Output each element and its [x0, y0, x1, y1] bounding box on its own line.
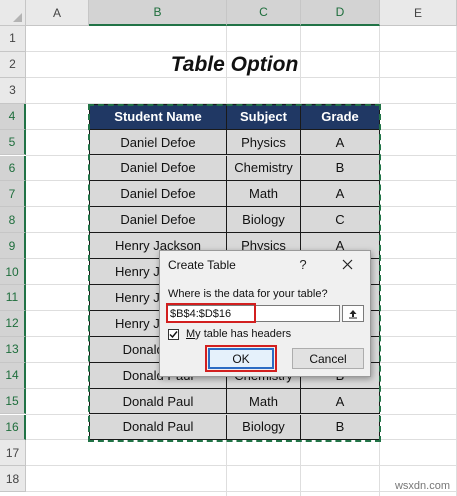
collapse-dialog-button[interactable]	[342, 305, 364, 322]
row-header-12[interactable]: 12	[0, 310, 26, 337]
close-button[interactable]	[338, 255, 356, 273]
close-icon	[342, 259, 352, 269]
table-cell[interactable]: Math	[227, 181, 301, 208]
table-cell[interactable]: Daniel Defoe	[89, 129, 227, 156]
headers-checkbox[interactable]	[168, 329, 179, 340]
select-all-corner[interactable]	[0, 0, 26, 26]
table-cell[interactable]: Biology	[227, 207, 301, 234]
table-cell[interactable]: A	[301, 388, 380, 415]
table-cell[interactable]: B	[301, 414, 380, 441]
row-header-7[interactable]: 7	[0, 181, 26, 208]
row-header-15[interactable]: 15	[0, 388, 26, 415]
headers-checkbox-label[interactable]: My table has headers	[186, 328, 291, 340]
column-header-a[interactable]: A	[26, 0, 89, 26]
row-gridline	[26, 491, 457, 493]
table-header-cell[interactable]: Grade	[301, 103, 380, 130]
table-cell[interactable]: C	[301, 207, 380, 234]
table-cell[interactable]: Donald Paul	[89, 388, 227, 415]
table-cell[interactable]: Donald Paul	[89, 414, 227, 441]
dialog-title: Create Table	[168, 258, 236, 272]
table-cell[interactable]: Chemistry	[227, 155, 301, 182]
column-header-d[interactable]: D	[301, 0, 380, 26]
row-header-4[interactable]: 4	[0, 103, 26, 130]
row-header-5[interactable]: 5	[0, 129, 26, 156]
column-header-b[interactable]: B	[89, 0, 227, 26]
watermark: wsxdn.com	[394, 480, 450, 492]
table-cell[interactable]: Daniel Defoe	[89, 181, 227, 208]
table-cell[interactable]: A	[301, 129, 380, 156]
range-input[interactable]	[167, 305, 340, 322]
range-prompt: Where is the data for your table?	[168, 288, 328, 300]
row-header-13[interactable]: 13	[0, 336, 26, 363]
sheet-title: Table Option	[170, 53, 299, 76]
checkbox-label-text: y table has headers	[195, 328, 292, 340]
table-cell[interactable]: A	[301, 181, 380, 208]
mnemonic-letter: M	[186, 328, 196, 340]
row-header-9[interactable]: 9	[0, 233, 26, 260]
checkmark-icon	[169, 331, 178, 339]
row-header-1[interactable]: 1	[0, 26, 26, 52]
ok-button[interactable]: OK	[208, 348, 274, 369]
create-table-dialog: Create Table ? Where is the data for you…	[159, 250, 371, 377]
table-cell[interactable]: B	[301, 155, 380, 182]
row-gridline	[26, 465, 457, 467]
row-header-16[interactable]: 16	[0, 414, 26, 441]
row-header-6[interactable]: 6	[0, 155, 26, 182]
column-header-c[interactable]: C	[227, 0, 301, 26]
cancel-button[interactable]: Cancel	[292, 348, 364, 369]
row-header-2[interactable]: 2	[0, 51, 26, 78]
table-header-cell[interactable]: Subject	[227, 103, 301, 130]
table-cell[interactable]: Daniel Defoe	[89, 155, 227, 182]
row-header-11[interactable]: 11	[0, 285, 26, 311]
table-cell[interactable]: Math	[227, 388, 301, 415]
row-header-10[interactable]: 10	[0, 259, 26, 285]
table-cell[interactable]: Biology	[227, 414, 301, 441]
row-header-18[interactable]: 18	[0, 466, 26, 493]
row-header-8[interactable]: 8	[0, 207, 26, 234]
row-header-3[interactable]: 3	[0, 77, 26, 104]
help-button[interactable]: ?	[295, 255, 311, 273]
row-header-14[interactable]: 14	[0, 362, 26, 389]
table-cell[interactable]: Daniel Defoe	[89, 207, 227, 234]
row-header-17[interactable]: 17	[0, 440, 26, 467]
table-header-cell[interactable]: Student Name	[89, 103, 227, 130]
upload-arrow-icon	[349, 309, 357, 318]
table-cell[interactable]: Physics	[227, 129, 301, 156]
column-header-e[interactable]: E	[380, 0, 457, 26]
